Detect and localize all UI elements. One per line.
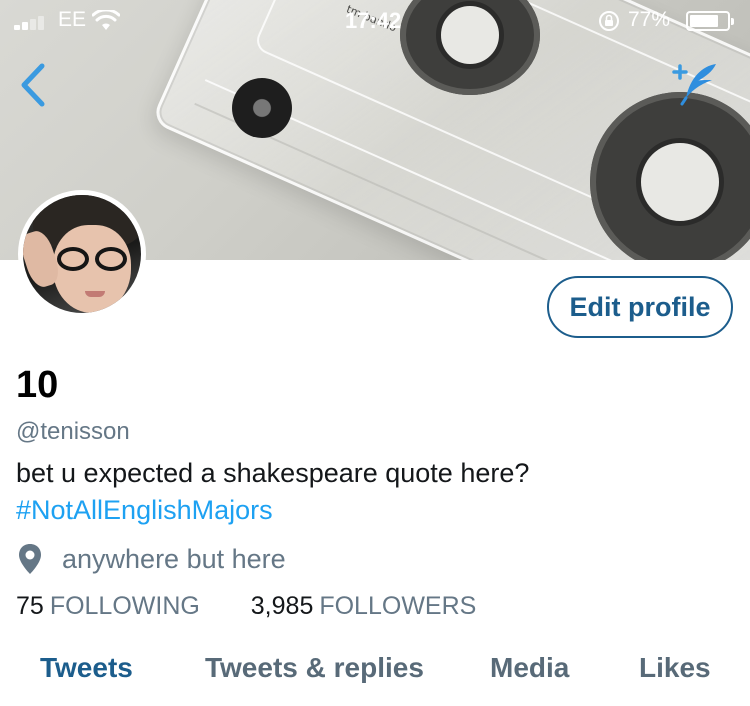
battery-percent: 77% <box>628 8 671 31</box>
wifi-icon <box>92 10 120 30</box>
location-pin-icon <box>19 544 41 574</box>
display-name: 10 <box>16 364 59 406</box>
follow-stats: 75 FOLLOWING 3,985 FOLLOWERS <box>16 592 476 621</box>
location-text: anywhere but here <box>62 543 286 574</box>
following-count: 75 <box>16 592 44 620</box>
carrier-name: EE <box>58 8 87 31</box>
battery-icon <box>686 11 734 31</box>
tab-tweets[interactable]: Tweets <box>40 652 133 684</box>
following-stat[interactable]: 75 FOLLOWING <box>16 592 200 621</box>
tab-media[interactable]: Media <box>490 652 569 684</box>
battery-fill <box>690 15 718 27</box>
signal-strength-icon <box>14 14 56 30</box>
profile-tabs: Tweets Tweets & replies Media Likes <box>0 646 750 696</box>
tab-tweets-and-replies[interactable]: Tweets & replies <box>205 652 424 684</box>
tab-likes[interactable]: Likes <box>639 652 711 684</box>
followers-label: FOLLOWERS <box>319 592 477 620</box>
avatar-photo <box>23 195 141 313</box>
feather-icon[interactable] <box>668 58 724 108</box>
bio-text: bet u expected a shakespeare quote here? <box>16 458 530 488</box>
followers-stat[interactable]: 3,985 FOLLOWERS <box>251 592 477 621</box>
edit-profile-button[interactable]: Edit profile <box>547 276 733 338</box>
cassette-spool <box>232 78 292 138</box>
avatar[interactable] <box>18 190 146 318</box>
following-label: FOLLOWING <box>49 592 200 620</box>
followers-count: 3,985 <box>250 592 314 620</box>
back-icon[interactable] <box>14 60 54 110</box>
location-row: anywhere but here <box>16 542 286 576</box>
user-handle: @tenisson <box>16 418 130 445</box>
bio-hashtag-link[interactable]: #NotAllEnglishMajors <box>16 495 273 526</box>
clock: 17:42 <box>345 8 402 33</box>
orientation-lock-icon <box>599 11 619 31</box>
status-bar: EE 17:42 77% <box>0 0 750 40</box>
